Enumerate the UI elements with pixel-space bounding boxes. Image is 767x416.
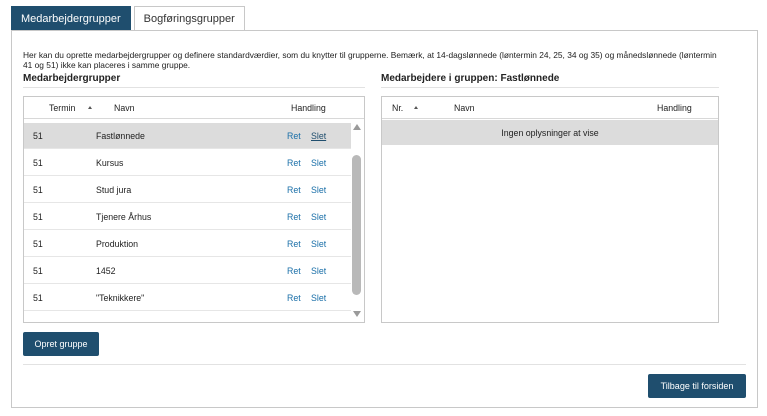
members-grid: Nr. Navn Handling Ingen oplysninger at v… (381, 96, 719, 323)
table-row[interactable]: 51 Stud jura Ret Slet (24, 177, 351, 203)
sort-ascending-icon[interactable] (88, 106, 92, 109)
row-navn: Produktion (96, 239, 139, 249)
row-termin: 51 (33, 239, 43, 249)
sort-ascending-icon[interactable] (414, 106, 418, 109)
row-navn: Stud jura (96, 185, 132, 195)
delete-link[interactable]: Slet (311, 131, 326, 141)
members-grid-header: Nr. Navn Handling (382, 97, 718, 119)
delete-link[interactable]: Slet (311, 158, 326, 168)
delete-link[interactable]: Slet (311, 266, 326, 276)
row-navn: Kursus (96, 158, 124, 168)
groups-section-title: Medarbejdergrupper (23, 73, 121, 84)
row-termin: 51 (33, 293, 43, 303)
empty-state-row: Ingen oplysninger at vise (382, 120, 718, 145)
edit-link[interactable]: Ret (287, 212, 301, 222)
edit-link[interactable]: Ret (287, 239, 301, 249)
table-row[interactable]: 51 1452 Ret Slet (24, 258, 351, 284)
empty-state-message: Ingen oplysninger at vise (501, 128, 599, 138)
members-section-title: Medarbejdere i gruppen: Fastlønnede (381, 73, 560, 84)
scroll-up-icon[interactable] (353, 124, 361, 130)
row-termin: 51 (33, 212, 43, 222)
scrollbar-thumb[interactable] (352, 155, 361, 295)
column-header-termin[interactable]: Termin (49, 103, 75, 113)
row-termin: 51 (33, 158, 43, 168)
column-header-handling: Handling (291, 103, 326, 113)
row-termin: 51 (33, 266, 43, 276)
footer-divider (23, 364, 746, 365)
edit-link[interactable]: Ret (287, 158, 301, 168)
edit-link[interactable]: Ret (287, 131, 301, 141)
intro-text: Her kan du oprette medarbejdergrupper og… (23, 50, 717, 70)
row-navn: 1452 (96, 266, 116, 276)
table-row[interactable]: 51 Produktion Ret Slet (24, 231, 351, 257)
row-navn: "Teknikkere" (96, 293, 145, 303)
edit-link[interactable]: Ret (287, 185, 301, 195)
delete-link[interactable]: Slet (311, 293, 326, 303)
table-row[interactable]: 51 Tjenere Århus Ret Slet (24, 204, 351, 230)
row-navn: Fastlønnede (96, 131, 145, 141)
row-termin: 51 (33, 185, 43, 195)
column-header-nr[interactable]: Nr. (392, 103, 403, 113)
delete-link[interactable]: Slet (311, 185, 326, 195)
create-group-button[interactable]: Opret gruppe (23, 332, 99, 356)
tab-bogforingsgrupper[interactable]: Bogføringsgrupper (133, 6, 245, 30)
groups-grid-header: Termin Navn Handling (24, 97, 364, 119)
edit-link[interactable]: Ret (287, 293, 301, 303)
table-row[interactable]: 51 Fastlønnede Ret Slet (24, 123, 351, 149)
row-navn: Tjenere Århus (96, 212, 152, 222)
table-row[interactable]: 51 Kursus Ret Slet (24, 150, 351, 176)
column-header-navn[interactable]: Navn (114, 103, 135, 113)
groups-section-divider (23, 87, 365, 88)
scroll-down-icon[interactable] (353, 311, 361, 317)
edit-link[interactable]: Ret (287, 266, 301, 276)
tab-bar: Medarbejdergrupper Bogføringsgrupper (11, 6, 248, 31)
row-termin: 51 (33, 131, 43, 141)
tab-medarbejdergrupper[interactable]: Medarbejdergrupper (11, 6, 131, 31)
back-to-home-button[interactable]: Tilbage til forsiden (648, 374, 746, 398)
main-panel: Her kan du oprette medarbejdergrupper og… (11, 30, 758, 408)
groups-scrollbar[interactable] (351, 120, 363, 321)
groups-grid: Termin Navn Handling 51 Fastlønnede Ret … (23, 96, 365, 323)
column-header-navn[interactable]: Navn (454, 103, 475, 113)
delete-link[interactable]: Slet (311, 212, 326, 222)
column-header-handling: Handling (657, 103, 692, 113)
delete-link[interactable]: Slet (311, 239, 326, 249)
table-row[interactable]: 51 "Teknikkere" Ret Slet (24, 285, 351, 311)
members-section-divider (381, 87, 719, 88)
